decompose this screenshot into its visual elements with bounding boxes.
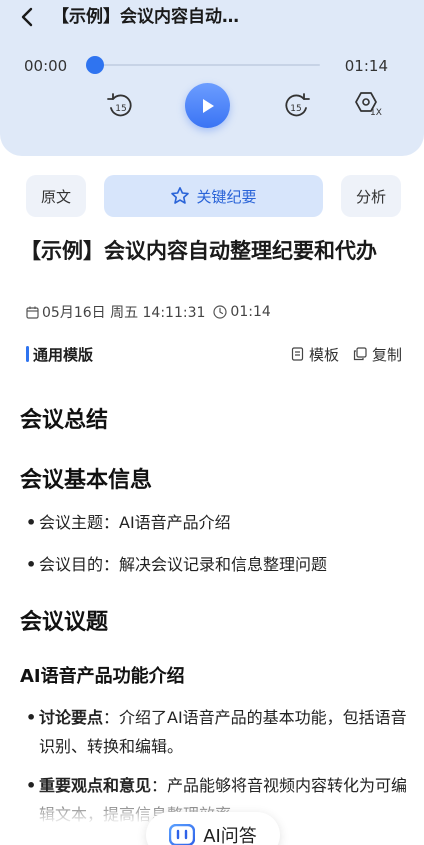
meta-duration: 01:14 <box>230 304 271 320</box>
calendar-icon <box>26 306 39 319</box>
list-item: • 会议目的：解决会议记录和信息整理问题 <box>26 550 410 579</box>
forward-15-icon[interactable]: 15 <box>281 90 313 122</box>
ai-qa-label: AI问答 <box>203 826 257 845</box>
player-header: 【示例】会议内容自动… 00:00 01:14 15 15 1X <box>0 0 424 156</box>
forward-seconds: 15 <box>290 104 301 114</box>
template-name-label: 通用模版 <box>33 345 94 364</box>
template-selector: 通用模版 <box>26 344 93 365</box>
meta-date: 05月16日 周五 14:11:31 <box>42 305 206 321</box>
list-item: • 会议主题：AI语音产品介绍 <box>26 508 410 537</box>
ai-assistant-icon <box>169 824 196 845</box>
template-icon <box>291 347 304 361</box>
tab-original[interactable]: 原文 <box>26 175 86 217</box>
heading-meeting-summary: 会议总结 <box>20 408 109 433</box>
doc-actions: 模板 复制 <box>277 344 402 365</box>
heading-feature-intro: AI语音产品功能介绍 <box>20 666 185 687</box>
tab-analysis[interactable]: 分析 <box>341 175 401 217</box>
copy-button[interactable]: 复制 <box>353 344 402 365</box>
copy-button-label: 复制 <box>371 345 402 364</box>
tab-analysis-label: 分析 <box>355 187 386 206</box>
tab-key-summary[interactable]: 关键纪要 <box>104 175 323 217</box>
accent-bar <box>26 346 29 362</box>
current-time: 00:00 <box>24 57 68 75</box>
list-item-text: 会议目的：解决会议记录和信息整理问题 <box>39 555 328 574</box>
progress-knob[interactable] <box>86 56 104 74</box>
tab-key-summary-label: 关键纪要 <box>196 187 257 206</box>
template-row: 通用模版 模板 复制 <box>26 343 402 365</box>
page-title: 【示例】会议内容自动… <box>52 7 239 27</box>
heading-basic-info: 会议基本信息 <box>20 468 153 493</box>
progress-track[interactable] <box>90 64 320 66</box>
ai-qa-button[interactable]: AI问答 <box>146 812 280 845</box>
clock-icon <box>213 305 228 319</box>
copy-icon <box>353 347 367 361</box>
document-title: 【示例】会议内容自动整理纪要和代办 <box>20 239 377 263</box>
play-button[interactable] <box>185 83 230 128</box>
list-item-text: 讨论要点：介绍了AI语音产品的基本功能，包括语音识别、转换和编辑。 <box>39 703 410 761</box>
playback-speed-icon[interactable]: 1X <box>352 90 384 120</box>
back-arrow-icon[interactable] <box>14 4 40 30</box>
tab-original-label: 原文 <box>40 187 71 206</box>
rewind-15-icon[interactable]: 15 <box>104 90 136 122</box>
speed-label: 1X <box>370 108 382 118</box>
total-time: 01:14 <box>344 57 388 75</box>
list-item-label: 讨论要点 <box>39 708 104 727</box>
heading-topics: 会议议题 <box>20 610 109 635</box>
rewind-seconds: 15 <box>115 104 126 114</box>
list-item-text: 会议主题：AI语音产品介绍 <box>39 513 231 532</box>
template-button[interactable]: 模板 <box>291 344 339 365</box>
star-icon <box>170 186 190 206</box>
meta-row: 05月16日 周五 14:11:31 01:14 <box>26 302 271 322</box>
template-button-label: 模板 <box>308 345 339 364</box>
play-icon <box>202 98 214 113</box>
list-item: • 讨论要点：介绍了AI语音产品的基本功能，包括语音识别、转换和编辑。 <box>26 703 410 761</box>
